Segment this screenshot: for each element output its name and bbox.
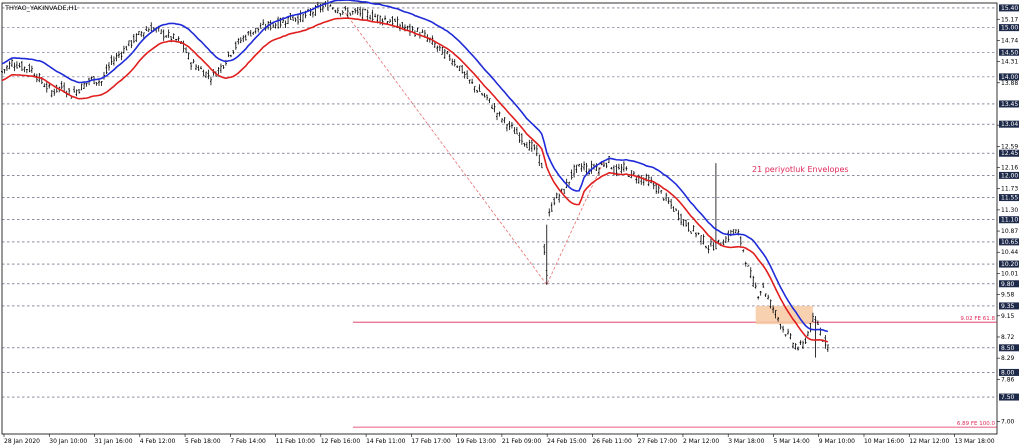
envelope-layer: [1, 0, 829, 343]
grid-layer: [2, 7, 997, 398]
price-level-label: 7.50: [1001, 394, 1015, 401]
fib-label: 6.89 FE 100.0: [957, 421, 996, 427]
y-tick-label: 10.44: [1001, 249, 1018, 256]
price-level-label: 11.55: [1001, 195, 1018, 202]
x-tick-label: 2 Mar 12:00: [683, 438, 719, 445]
x-tick-label: 12 Feb 16:00: [321, 438, 361, 445]
price-level-label: 10.65: [1001, 239, 1018, 246]
y-tick-label: 15.17: [1001, 16, 1018, 23]
y-tick-label: 10.87: [1001, 228, 1018, 235]
x-tick-label: 12 Mar 12:00: [909, 438, 949, 445]
price-level-label: 8.00: [1001, 369, 1015, 376]
y-tick-label: 14.74: [1001, 37, 1018, 44]
y-tick-label: 9.58: [1001, 292, 1015, 299]
chart-title: THYAO_YAKINVADE,H1: [4, 4, 78, 12]
x-tick-label: 19 Feb 13:00: [457, 438, 497, 445]
candlestick-series: [1, 0, 829, 358]
y-tick-label: 8.29: [1001, 355, 1015, 362]
zone-layer: [755, 305, 813, 325]
x-tick-label: 5 Feb 18:00: [185, 438, 221, 445]
y-tick-label: 10.01: [1001, 270, 1018, 277]
x-tick-label: 17 Feb 17:00: [411, 438, 451, 445]
price-chart: 9.02 FE 61.8 6.89 FE 100.0 15.17 14.74 14.3…: [1, 0, 1019, 445]
price-level-label: 12.45: [1001, 150, 1018, 157]
y-tick-label: 11.30: [1001, 207, 1018, 214]
price-level-label: 14.00: [1001, 74, 1018, 81]
y-tick-label: 8.72: [1001, 334, 1015, 341]
envelopes-annotation: 21 periyotluk Envelopes: [752, 165, 849, 174]
price-level-label: 13.45: [1001, 101, 1018, 108]
zigzag-layer: [344, 12, 605, 286]
x-tick-label: 21 Feb 09:00: [502, 438, 542, 445]
y-tick-label: 7.00: [1001, 419, 1015, 426]
price-level-label: 13.04: [1001, 121, 1018, 128]
price-level-label: 14.50: [1001, 49, 1018, 56]
x-tick-label: 28 Jan 2020: [4, 438, 40, 445]
x-tick-label: 4 Feb 12:00: [140, 438, 176, 445]
price-level-label: 9.35: [1001, 303, 1015, 310]
price-level-label: 15.00: [1001, 25, 1018, 32]
highlight-zone: [755, 305, 813, 325]
price-level-label: 8.50: [1001, 345, 1015, 352]
y-tick-label: 11.73: [1001, 186, 1018, 193]
x-tick-label: 24 Feb 15:00: [547, 438, 587, 445]
fibonacci-layer: 9.02 FE 61.8 6.89 FE 100.0: [353, 316, 997, 428]
price-level-label: 9.80: [1001, 281, 1015, 288]
x-tick-label: 13 Mar 18:00: [955, 438, 995, 445]
x-tick-label: 7 Feb 14:00: [230, 438, 266, 445]
x-tick-label: 30 Jan 10:00: [49, 438, 87, 445]
upper-envelope-line: [1, 0, 829, 333]
y-tick-label: 14.31: [1001, 59, 1018, 66]
x-tick-label: 26 Feb 11:00: [592, 438, 632, 445]
price-level-label: 10.20: [1001, 261, 1018, 268]
x-tick-label: 31 Jan 16:00: [95, 438, 133, 445]
x-tick-label: 14 Feb 11:00: [366, 438, 406, 445]
lower-envelope-line: [1, 17, 829, 343]
zigzag-line: [344, 12, 605, 286]
plot-frame: [1, 2, 998, 435]
y-tick-label: 7.86: [1001, 376, 1015, 383]
price-level-label: 11.10: [1001, 217, 1018, 224]
x-tick-label: 27 Feb 17:00: [638, 438, 678, 445]
fib-label: 9.02 FE 61.8: [960, 316, 995, 322]
axis-layer: 15.1714.7414.3113.8813.0212.5912.1611.73…: [3, 4, 1019, 445]
x-tick-label: 9 Mar 10:00: [819, 438, 855, 445]
x-tick-label: 10 Mar 16:00: [864, 438, 904, 445]
price-level-label: 12.00: [1001, 172, 1018, 179]
price-level-label: 15.40: [1001, 5, 1018, 12]
y-tick-label: 9.15: [1001, 313, 1015, 320]
x-tick-label: 5 Mar 14:00: [773, 438, 809, 445]
x-tick-label: 11 Feb 10:00: [276, 438, 316, 445]
x-tick-label: 3 Mar 18:00: [728, 438, 764, 445]
y-tick-label: 12.16: [1001, 165, 1018, 172]
